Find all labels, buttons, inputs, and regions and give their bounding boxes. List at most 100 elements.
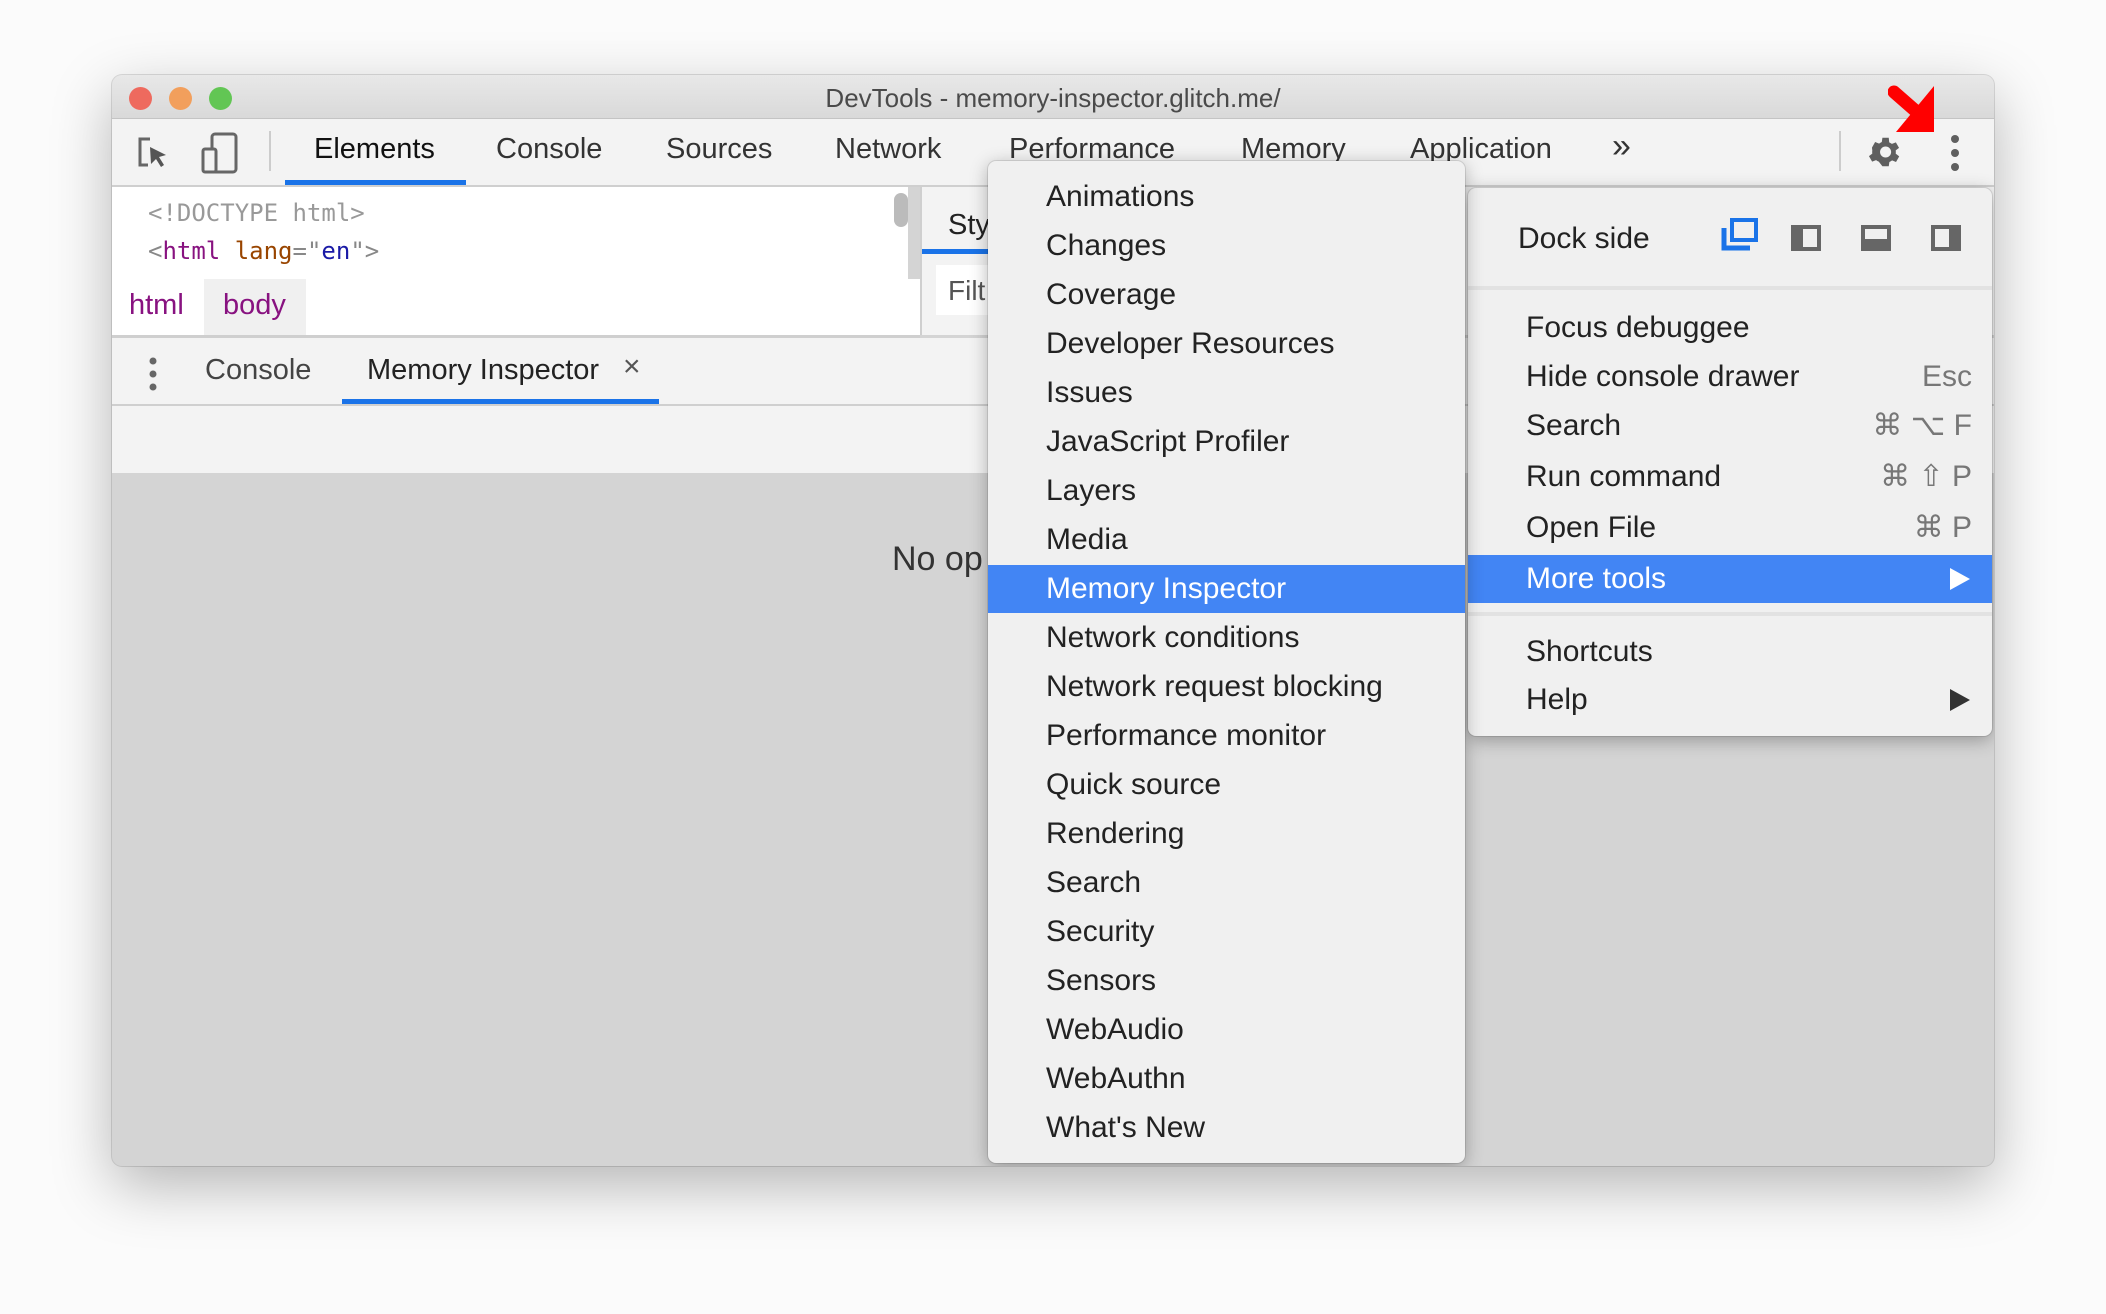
- menu-item-label: Developer Resources: [1046, 327, 1335, 360]
- menu-item-open-file[interactable]: Open File ⌘ P: [1468, 504, 1992, 552]
- more-tools-item-network-request-blocking[interactable]: Network request blocking: [988, 663, 1465, 711]
- menu-item-label: Help: [1526, 683, 1588, 716]
- more-tools-item-sensors[interactable]: Sensors: [988, 957, 1465, 1005]
- menu-item-label: Network request blocking: [1046, 670, 1383, 703]
- empty-state-text: No op: [892, 540, 983, 578]
- breadcrumb-html[interactable]: html: [129, 289, 184, 322]
- menu-item-label: Issues: [1046, 376, 1133, 409]
- active-tab-indicator: [285, 180, 466, 185]
- submenu-arrow-icon: [1950, 568, 1970, 590]
- main-menu: Dock side Focus debuggee Hide console dra…: [1468, 188, 1992, 736]
- menu-item-focus-debuggee[interactable]: Focus debuggee: [1468, 304, 1992, 352]
- more-tools-item-webauthn[interactable]: WebAuthn: [988, 1055, 1465, 1103]
- more-tools-item-what-s-new[interactable]: What's New: [988, 1104, 1465, 1152]
- dom-doctype[interactable]: <!DOCTYPE html>: [148, 199, 365, 227]
- menu-item-label: More tools: [1526, 562, 1667, 595]
- inspect-element-icon[interactable]: [136, 135, 172, 171]
- menu-item-label: WebAudio: [1046, 1013, 1184, 1046]
- more-tools-item-search[interactable]: Search: [988, 859, 1465, 907]
- close-tab-icon[interactable]: ×: [623, 350, 641, 384]
- styles-tab[interactable]: Sty: [948, 209, 990, 242]
- tab-network[interactable]: Network: [835, 133, 941, 166]
- menu-item-label: Coverage: [1046, 278, 1177, 311]
- more-tools-item-issues[interactable]: Issues: [988, 369, 1465, 417]
- menu-item-label: WebAuthn: [1046, 1062, 1186, 1095]
- menu-item-label: Run command: [1526, 460, 1722, 493]
- more-options-kebab-icon[interactable]: [1945, 133, 1965, 173]
- more-tabs-button[interactable]: »: [1612, 127, 1631, 166]
- menu-item-label: Security: [1046, 915, 1155, 948]
- more-tools-item-animations[interactable]: Animations: [988, 173, 1465, 221]
- dom-tree: <!DOCTYPE html> <html lang="en">: [112, 187, 908, 281]
- menu-item-label: Animations: [1046, 180, 1195, 213]
- menu-item-label: Search: [1526, 409, 1622, 442]
- dom-close: ">: [350, 237, 380, 265]
- menu-item-label: Quick source: [1046, 768, 1222, 801]
- title-bar: DevTools - memory-inspector.glitch.me/: [112, 75, 1994, 119]
- drawer-tab-console[interactable]: Console: [205, 354, 311, 387]
- submenu-arrow-icon: [1950, 689, 1970, 711]
- dom-scrollbar[interactable]: [894, 193, 908, 227]
- more-tools-item-memory-inspector[interactable]: Memory Inspector: [988, 565, 1465, 613]
- drawer-active-tab-indicator: [342, 399, 659, 404]
- dock-bottom-icon[interactable]: [1861, 225, 1891, 251]
- dom-html-node[interactable]: <html lang="en">: [148, 237, 379, 265]
- window-title: DevTools - memory-inspector.glitch.me/: [825, 83, 1281, 113]
- menu-item-shortcut: ⌘ ⇧ P: [1880, 460, 1972, 493]
- menu-separator: [1468, 612, 1992, 616]
- more-tools-item-performance-monitor[interactable]: Performance monitor: [988, 712, 1465, 760]
- breadcrumb-body[interactable]: body: [223, 289, 286, 322]
- more-tools-item-quick-source[interactable]: Quick source: [988, 761, 1465, 809]
- menu-item-label: Media: [1046, 523, 1128, 556]
- menu-item-label: Open File: [1526, 511, 1657, 544]
- menu-item-label: Network conditions: [1046, 621, 1300, 654]
- tab-elements[interactable]: Elements: [314, 133, 435, 166]
- menu-item-help[interactable]: Help: [1468, 676, 1992, 724]
- menu-separator: [1468, 286, 1992, 290]
- device-toolbar-icon[interactable]: [200, 131, 240, 175]
- more-tools-item-layers[interactable]: Layers: [988, 467, 1465, 515]
- drawer-menu-kebab-icon[interactable]: [145, 356, 161, 392]
- menu-item-hide-console-drawer[interactable]: Hide console drawer Esc: [1468, 353, 1992, 401]
- menu-item-shortcuts[interactable]: Shortcuts: [1468, 628, 1992, 676]
- dock-left-icon[interactable]: [1791, 225, 1821, 251]
- settings-gear-icon[interactable]: [1865, 133, 1903, 171]
- dock-right-icon[interactable]: [1931, 225, 1961, 251]
- menu-item-search[interactable]: Search ⌘ ⌥ F: [1468, 402, 1992, 450]
- menu-item-label: Shortcuts: [1526, 635, 1653, 668]
- dom-tag: html: [162, 237, 221, 265]
- more-tools-item-javascript-profiler[interactable]: JavaScript Profiler: [988, 418, 1465, 466]
- filter-placeholder: Filt: [948, 275, 986, 306]
- menu-item-label: Hide console drawer: [1526, 360, 1800, 393]
- dom-attr-value: en: [321, 237, 351, 265]
- dock-side-label: Dock side: [1518, 222, 1650, 255]
- breadcrumb: html body: [112, 279, 920, 338]
- more-tools-item-changes[interactable]: Changes: [988, 222, 1465, 270]
- dom-bracket: <: [148, 237, 163, 265]
- more-tools-item-media[interactable]: Media: [988, 516, 1465, 564]
- devtools-window: DevTools - memory-inspector.glitch.me/ »…: [112, 75, 1994, 1166]
- more-tools-item-rendering[interactable]: Rendering: [988, 810, 1465, 858]
- menu-item-shortcut: ⌘ ⌥ F: [1872, 409, 1972, 442]
- more-tools-item-network-conditions[interactable]: Network conditions: [988, 614, 1465, 662]
- menu-item-shortcut: ⌘ P: [1913, 511, 1972, 544]
- more-tools-item-developer-resources[interactable]: Developer Resources: [988, 320, 1465, 368]
- menu-item-label: Rendering: [1046, 817, 1185, 850]
- annotation-arrow-icon: [1888, 85, 1934, 132]
- menu-item-label: JavaScript Profiler: [1046, 425, 1290, 458]
- menu-item-run-command[interactable]: Run command ⌘ ⇧ P: [1468, 453, 1992, 501]
- menu-item-label: Sensors: [1046, 964, 1157, 997]
- menu-item-label: Memory Inspector: [1046, 572, 1287, 605]
- menu-item-label: Search: [1046, 866, 1142, 899]
- toolbar-divider: [1839, 131, 1841, 171]
- more-tools-item-coverage[interactable]: Coverage: [988, 271, 1465, 319]
- dom-eq: =": [292, 237, 322, 265]
- menu-item-more-tools[interactable]: More tools: [1468, 555, 1992, 603]
- more-tools-item-security[interactable]: Security: [988, 908, 1465, 956]
- dock-undock-icon[interactable]: [1720, 218, 1758, 252]
- menu-item-label: Changes: [1046, 229, 1167, 262]
- more-tools-item-webaudio[interactable]: WebAudio: [988, 1006, 1465, 1054]
- tab-console[interactable]: Console: [496, 133, 602, 166]
- drawer-tab-memory-inspector[interactable]: Memory Inspector: [367, 354, 599, 387]
- tab-sources[interactable]: Sources: [666, 133, 772, 166]
